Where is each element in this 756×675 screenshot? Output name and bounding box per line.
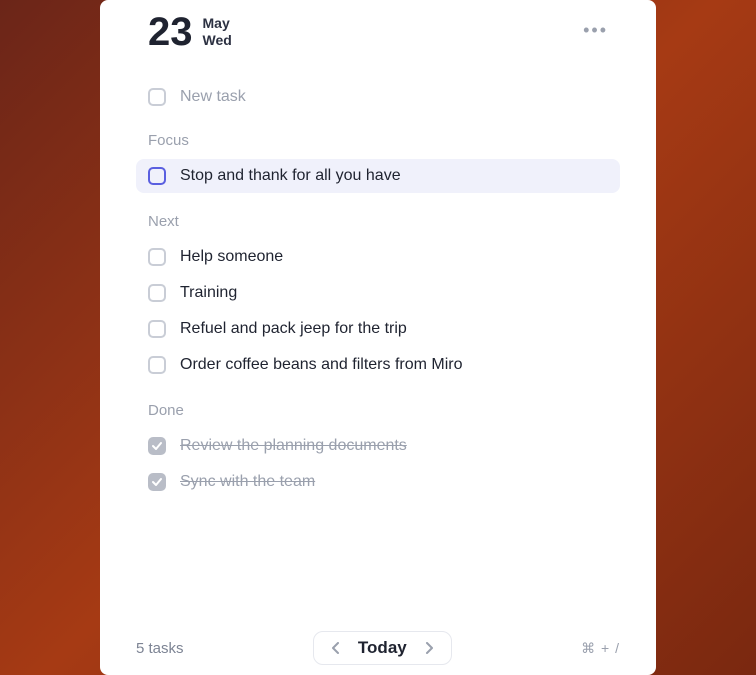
task-row[interactable]: Stop and thank for all you have: [136, 159, 620, 193]
new-task-checkbox[interactable]: [148, 88, 166, 106]
task-text: Help someone: [180, 248, 283, 266]
section-label-next: Next: [136, 213, 620, 230]
new-task-placeholder: New task: [180, 88, 246, 106]
task-text: Sync with the team: [180, 473, 315, 491]
date-meta: May Wed: [203, 15, 232, 49]
prev-day-button[interactable]: [324, 638, 348, 658]
date-block: 23 May Wed: [148, 12, 232, 52]
task-row[interactable]: Help someone: [136, 240, 620, 274]
task-text: Stop and thank for all you have: [180, 167, 401, 185]
keyboard-shortcut-hint: ⌘ + /: [581, 640, 620, 657]
section-label-done: Done: [136, 402, 620, 419]
date-navigator: Today: [313, 631, 452, 665]
today-button[interactable]: Today: [352, 638, 413, 658]
next-day-button[interactable]: [417, 638, 441, 658]
task-checkbox-checked[interactable]: [148, 473, 166, 491]
section-done: Done Review the planning documents Sync …: [136, 402, 620, 499]
task-row[interactable]: Order coffee beans and filters from Miro: [136, 348, 620, 382]
check-icon: [152, 477, 162, 487]
task-checkbox[interactable]: [148, 356, 166, 374]
task-text: Review the planning documents: [180, 437, 407, 455]
task-checkbox-checked[interactable]: [148, 437, 166, 455]
task-row[interactable]: Sync with the team: [136, 465, 620, 499]
app-card: 23 May Wed ••• New task Focus Stop and t…: [100, 0, 656, 675]
task-row[interactable]: Refuel and pack jeep for the trip: [136, 312, 620, 346]
new-task-input-row[interactable]: New task: [136, 84, 620, 110]
footer: 5 tasks Today ⌘ + /: [100, 621, 656, 675]
date-month: May: [203, 15, 232, 32]
date-day-number: 23: [148, 12, 193, 52]
task-text: Refuel and pack jeep for the trip: [180, 320, 407, 338]
task-row[interactable]: Training: [136, 276, 620, 310]
task-checkbox[interactable]: [148, 167, 166, 185]
more-menu-button[interactable]: •••: [583, 12, 608, 49]
task-checkbox[interactable]: [148, 320, 166, 338]
section-focus: Focus Stop and thank for all you have: [136, 132, 620, 193]
ellipsis-icon: •••: [583, 20, 608, 40]
task-text: Order coffee beans and filters from Miro: [180, 356, 463, 374]
section-label-focus: Focus: [136, 132, 620, 149]
task-count: 5 tasks: [136, 640, 184, 657]
task-row[interactable]: Review the planning documents: [136, 429, 620, 463]
task-checkbox[interactable]: [148, 248, 166, 266]
date-weekday: Wed: [203, 32, 232, 49]
body: New task Focus Stop and thank for all yo…: [100, 52, 656, 675]
header: 23 May Wed •••: [100, 0, 656, 52]
task-checkbox[interactable]: [148, 284, 166, 302]
chevron-left-icon: [332, 642, 340, 654]
chevron-right-icon: [425, 642, 433, 654]
check-icon: [152, 441, 162, 451]
section-next: Next Help someone Training Refuel and pa…: [136, 213, 620, 382]
task-text: Training: [180, 284, 237, 302]
